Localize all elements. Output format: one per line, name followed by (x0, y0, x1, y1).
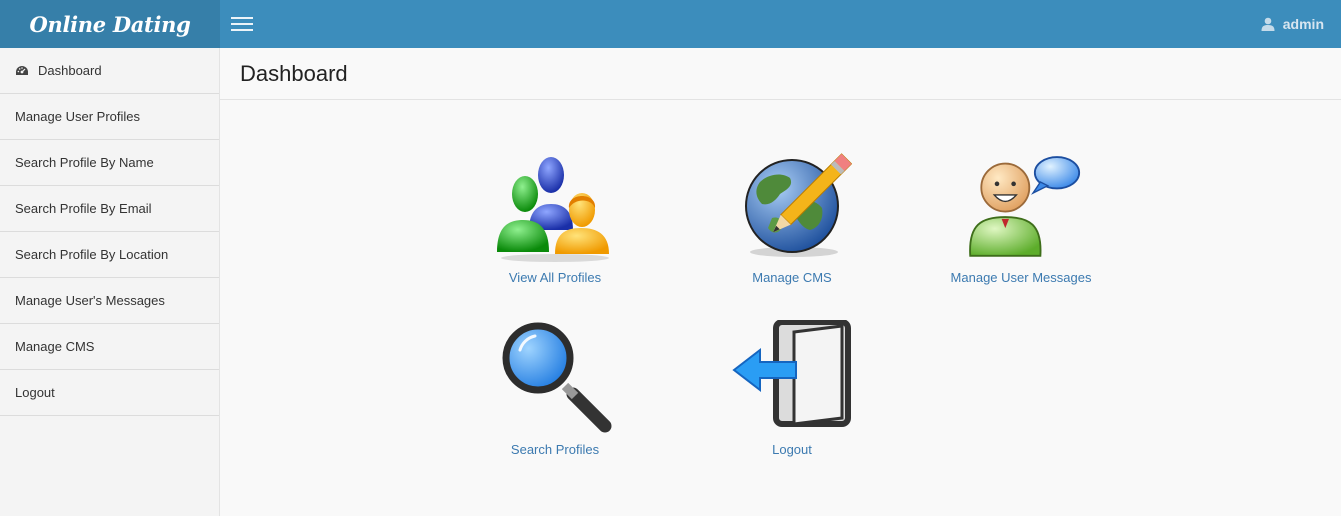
user-message-icon (969, 156, 1081, 257)
sidebar: Dashboard Manage User Profiles Search Pr… (0, 48, 220, 516)
tile-view-all-profiles[interactable]: View All Profiles (495, 148, 615, 285)
magnifier-icon (502, 322, 612, 433)
sidebar-item-label: Search Profile By Location (15, 247, 169, 262)
tile-manage-user-messages[interactable]: Manage User Messages (951, 148, 1091, 285)
sidebar-item-logout[interactable]: Logout (0, 370, 219, 416)
logout-door-icon (732, 320, 851, 427)
tile-label: Manage User Messages (950, 270, 1092, 285)
tile-label: View All Profiles (508, 270, 602, 285)
tile-label: Manage CMS (752, 270, 832, 285)
sidebar-item-search-by-name[interactable]: Search Profile By Name (0, 140, 219, 186)
sidebar-item-label: Search Profile By Name (15, 155, 154, 170)
sidebar-item-manage-user-profiles[interactable]: Manage User Profiles (0, 94, 219, 140)
user-name: admin (1282, 16, 1324, 32)
sidebar-item-label: Search Profile By Email (15, 201, 152, 216)
sidebar-item-dashboard[interactable]: Dashboard (0, 48, 219, 94)
sidebar-item-search-by-email[interactable]: Search Profile By Email (0, 186, 219, 232)
sidebar-item-search-by-location[interactable]: Search Profile By Location (0, 232, 219, 278)
globe-pencil-icon (745, 153, 852, 257)
top-navbar: Online Dating admin (0, 0, 1341, 48)
sidebar-item-label: Manage User Profiles (15, 109, 140, 124)
sidebar-item-label: Manage User's Messages (15, 293, 165, 308)
sidebar-item-label: Logout (15, 385, 55, 400)
tile-manage-cms[interactable]: Manage CMS (732, 148, 852, 285)
user-icon (1261, 17, 1275, 31)
tile-label: Search Profiles (510, 442, 600, 457)
sidebar-item-manage-cms[interactable]: Manage CMS (0, 324, 219, 370)
dashboard-icon (16, 65, 28, 75)
sidebar-item-label: Manage CMS (15, 339, 95, 354)
sidebar-item-label: Dashboard (38, 63, 102, 78)
sidebar-item-manage-messages[interactable]: Manage User's Messages (0, 278, 219, 324)
tile-search-profiles[interactable]: Search Profiles (495, 320, 615, 457)
hamburger-icon[interactable] (231, 14, 253, 32)
brand-logo[interactable]: Online Dating (0, 0, 220, 48)
main-content: Dashboard View All Profiles Manage CMS M… (220, 48, 1341, 516)
users-group-icon (497, 157, 609, 262)
tile-label: Logout (772, 442, 812, 457)
user-menu[interactable]: admin (1261, 0, 1324, 48)
page-title: Dashboard (220, 48, 1341, 100)
tile-logout[interactable]: Logout (732, 320, 852, 457)
